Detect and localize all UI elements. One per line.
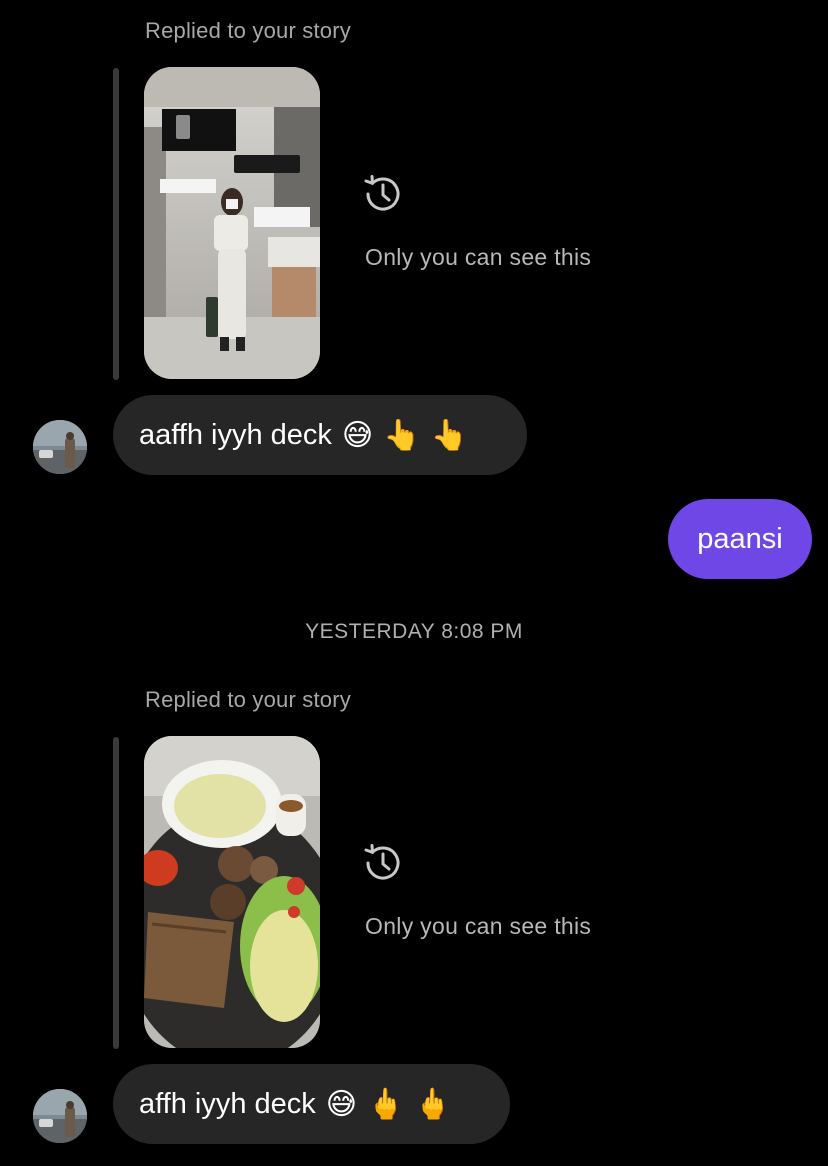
sender-avatar[interactable] [33, 1089, 87, 1143]
timestamp-divider: YESTERDAY 8:08 PM [305, 620, 523, 643]
message-emoji: 😅🖕🖕 [325, 1087, 462, 1121]
reply-quote-bar [113, 737, 119, 1049]
replied-to-story-label: Replied to your story [145, 18, 351, 43]
avatar-photo [33, 420, 87, 474]
replied-to-story-label: Replied to your story [145, 687, 351, 712]
only-you-can-see-note: Only you can see this [365, 913, 592, 939]
message-text: paansi [697, 522, 783, 555]
outgoing-message-bubble[interactable]: paansi [668, 499, 812, 579]
story-expired-history-icon [364, 175, 400, 211]
story-photo-mirror-selfie [144, 67, 320, 379]
story-photo-food-plate [144, 736, 320, 1048]
story-thumbnail-selfie[interactable] [144, 67, 320, 379]
avatar-photo [33, 1089, 87, 1143]
only-you-can-see-note: Only you can see this [365, 244, 592, 270]
message-emoji: 😅👆👆 [341, 418, 478, 452]
story-expired-history-icon [364, 844, 400, 880]
message-text: affh iyyh deck [139, 1087, 316, 1120]
sender-avatar[interactable] [33, 420, 87, 474]
incoming-message-bubble[interactable]: aaffh iyyh deck 😅👆👆 [113, 395, 527, 475]
story-thumbnail-food[interactable] [144, 736, 320, 1048]
reply-quote-bar [113, 68, 119, 380]
message-text: aaffh iyyh deck [139, 418, 332, 451]
incoming-message-bubble[interactable]: affh iyyh deck 😅🖕🖕 [113, 1064, 510, 1144]
